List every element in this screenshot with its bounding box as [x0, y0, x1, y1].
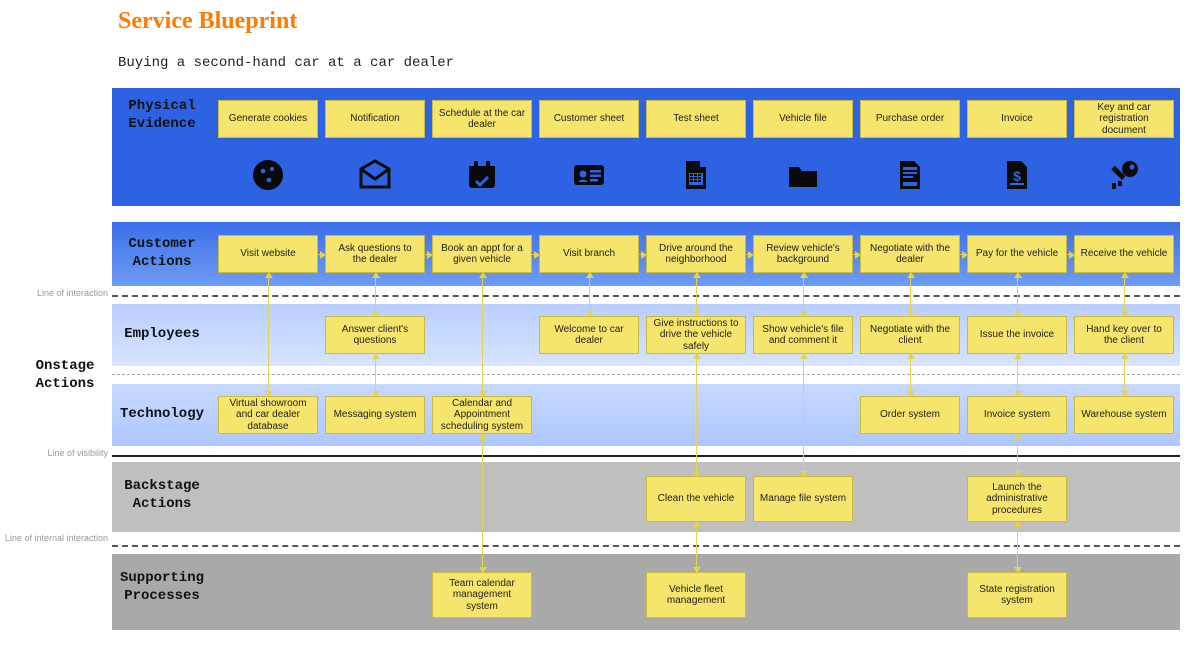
backstage-4: Clean the vehicle [646, 476, 746, 522]
employee-3: Welcome to car dealer [539, 316, 639, 354]
physical-0: Generate cookies [218, 100, 318, 138]
page-subtitle: Buying a second-hand car at a car dealer [118, 55, 454, 71]
cookie-icon [248, 155, 288, 195]
flow-arrow [1124, 273, 1125, 316]
flow-arrow [589, 273, 590, 316]
backstage-7: Launch the administrative procedures [967, 476, 1067, 522]
flow-arrow [853, 254, 860, 255]
technology-6: Order system [860, 396, 960, 434]
line-visibility [112, 455, 1180, 457]
flow-arrow [1017, 434, 1018, 476]
label-backstage: Backstage Actions [112, 478, 212, 513]
key-icon [1104, 155, 1144, 195]
physical-1: Notification [325, 100, 425, 138]
flow-arrow [696, 522, 697, 572]
supporting-2: Team calendar management system [432, 572, 532, 618]
line-interaction [112, 295, 1180, 297]
technology-1: Messaging system [325, 396, 425, 434]
label-employees: Employees [112, 326, 212, 344]
backstage-5: Manage file system [753, 476, 853, 522]
flow-arrow [803, 273, 804, 316]
flow-arrow [1017, 273, 1018, 316]
customer-3: Visit branch [539, 235, 639, 273]
physical-8: Key and car registration document [1074, 100, 1174, 138]
flow-arrow [532, 254, 539, 255]
flow-arrow [696, 273, 697, 316]
customer-5: Review vehicle's background [753, 235, 853, 273]
employee-6: Negotiate with the client [860, 316, 960, 354]
employee-4: Give instructions to drive the vehicle s… [646, 316, 746, 354]
flow-arrow [375, 354, 376, 396]
flow-arrow [1017, 354, 1018, 396]
flow-arrow [482, 273, 483, 396]
employee-1: Answer client's questions [325, 316, 425, 354]
flow-arrow [482, 434, 483, 572]
line-interaction-label: Line of interaction [0, 289, 114, 299]
line-internal-label: Line of internal interaction [0, 534, 114, 544]
technology-8: Warehouse system [1074, 396, 1174, 434]
customer-7: Pay for the vehicle [967, 235, 1067, 273]
customer-8: Receive the vehicle [1074, 235, 1174, 273]
physical-7: Invoice [967, 100, 1067, 138]
flow-arrow [1067, 254, 1074, 255]
flow-arrow [318, 254, 325, 255]
physical-6: Purchase order [860, 100, 960, 138]
flow-arrow [639, 254, 646, 255]
label-physical: Physical Evidence [112, 98, 212, 133]
line-emp-tech-divider [112, 374, 1180, 375]
customer-4: Drive around the neighborhood [646, 235, 746, 273]
physical-5: Vehicle file [753, 100, 853, 138]
label-technology: Technology [112, 406, 212, 424]
customer-1: Ask questions to the dealer [325, 235, 425, 273]
page-title: Service Blueprint [118, 8, 297, 35]
technology-0: Virtual showroom and car dealer database [218, 396, 318, 434]
employee-8: Hand key over to the client [1074, 316, 1174, 354]
supporting-4: Vehicle fleet management [646, 572, 746, 618]
flow-arrow [746, 254, 753, 255]
calendar-icon [462, 155, 502, 195]
flow-arrow [803, 354, 804, 476]
technology-7: Invoice system [967, 396, 1067, 434]
physical-3: Customer sheet [539, 100, 639, 138]
flow-arrow [375, 273, 376, 316]
flow-arrow [910, 354, 911, 396]
folder-icon [783, 155, 823, 195]
flow-arrow [1017, 522, 1018, 572]
technology-2: Calendar and Appointment scheduling syst… [432, 396, 532, 434]
supporting-7: State registration system [967, 572, 1067, 618]
label-supporting: Supporting Processes [112, 570, 212, 605]
flow-arrow [910, 273, 911, 316]
customer-2: Book an appt for a given vehicle [432, 235, 532, 273]
label-onstage: Onstage Actions [20, 358, 110, 393]
idcard-icon [569, 155, 609, 195]
line-internal [112, 545, 1180, 547]
employee-5: Show vehicle's file and comment it [753, 316, 853, 354]
flow-arrow [1124, 354, 1125, 396]
label-customer: Customer Actions [112, 236, 212, 271]
line-visibility-label: Line of visibility [0, 449, 114, 459]
customer-6: Negotiate with the dealer [860, 235, 960, 273]
physical-4: Test sheet [646, 100, 746, 138]
invoice-icon [997, 155, 1037, 195]
order-icon [890, 155, 930, 195]
flow-arrow [268, 273, 269, 396]
flow-arrow [696, 354, 697, 476]
service-blueprint-canvas: Service Blueprint Buying a second-hand c… [0, 0, 1200, 664]
flow-arrow [425, 254, 432, 255]
physical-2: Schedule at the car dealer [432, 100, 532, 138]
employee-7: Issue the invoice [967, 316, 1067, 354]
customer-0: Visit website [218, 235, 318, 273]
envelope-icon [355, 155, 395, 195]
sheet-icon [676, 155, 716, 195]
flow-arrow [960, 254, 967, 255]
